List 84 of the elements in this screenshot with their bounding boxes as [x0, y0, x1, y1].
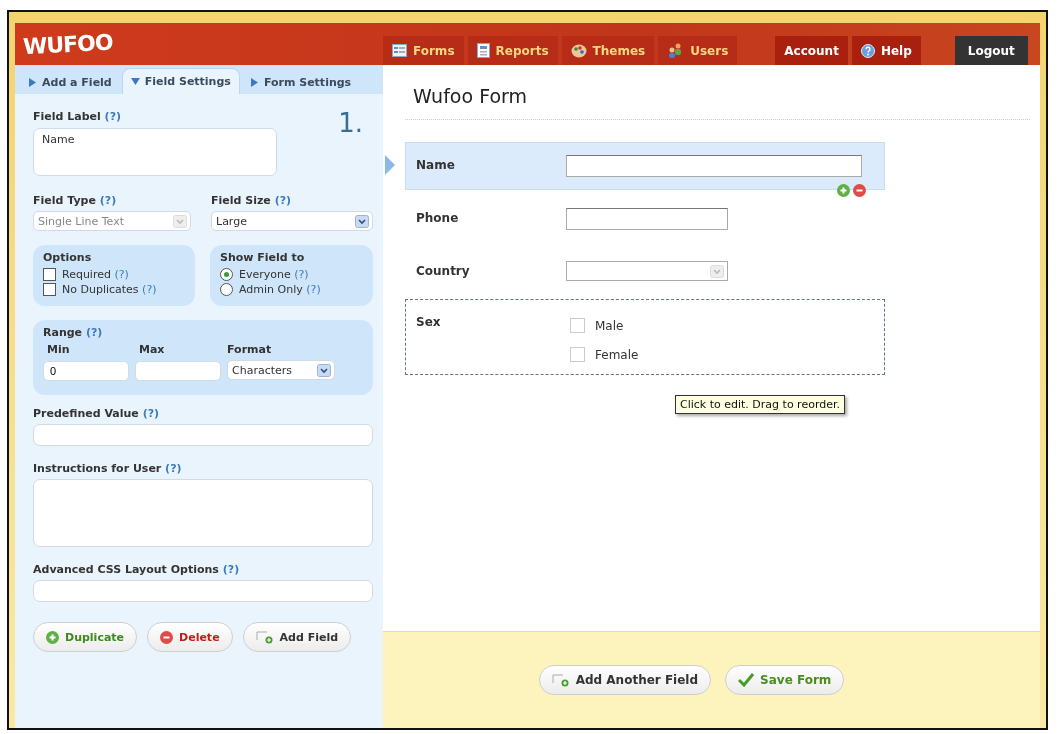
add-field-icon: [551, 673, 570, 687]
form-field-row[interactable]: Sex Male Female: [405, 299, 885, 375]
checkbox-label: Required (?): [62, 268, 129, 281]
help-link[interactable]: (?): [306, 283, 321, 296]
help-link[interactable]: (?): [104, 110, 122, 123]
down-triangle-icon: [130, 77, 140, 86]
group-title: Show Field to: [220, 251, 306, 264]
field-label: Predefined Value (?): [33, 407, 161, 420]
wufoo-logo[interactable]: WUFOO: [22, 29, 114, 59]
radio-label: Admin Only (?): [239, 283, 321, 296]
help-link[interactable]: (?): [222, 563, 240, 576]
max-input[interactable]: [135, 361, 221, 381]
nav-tab[interactable]: Reports: [467, 36, 558, 65]
panel-tab[interactable]: Add a Field: [20, 70, 120, 94]
group-title: Options: [43, 251, 93, 264]
field-name: Phone: [416, 210, 460, 225]
help-link[interactable]: (?): [142, 283, 157, 296]
format-select[interactable]: Characters: [227, 360, 335, 380]
logout-button[interactable]: Logout: [954, 36, 1028, 65]
help-link[interactable]: (?): [294, 268, 309, 281]
checkbox-option[interactable]: Male: [570, 318, 639, 333]
form-field-row[interactable]: Phone: [405, 195, 885, 243]
min-input[interactable]: 0: [43, 361, 129, 381]
field-label: Advanced CSS Layout Options (?): [33, 563, 241, 576]
group-title: Range (?): [43, 326, 104, 339]
help-link[interactable]: (?): [85, 326, 103, 339]
field-label: Field Label (?): [33, 110, 122, 123]
help-button[interactable]: Help: [851, 36, 921, 65]
option-label: Male: [595, 318, 624, 333]
field-label-input[interactable]: Name: [33, 128, 277, 176]
option-label: Female: [595, 347, 639, 362]
add-field-icon: [255, 630, 274, 644]
field-name: Name: [416, 157, 456, 172]
panel-action-button[interactable]: Delete: [147, 622, 233, 652]
instructions-textarea[interactable]: [33, 479, 373, 547]
plus-icon: [46, 630, 59, 644]
panel-tab[interactable]: Field Settings: [121, 68, 240, 94]
field-label: Max: [138, 343, 166, 356]
checkbox-label: No Duplicates (?): [62, 283, 157, 296]
panel-tab[interactable]: Form Settings: [241, 70, 360, 94]
text-input[interactable]: [566, 155, 862, 177]
field-name: Country: [416, 263, 471, 278]
radio-button[interactable]: [220, 268, 233, 281]
help-link[interactable]: (?): [142, 407, 160, 420]
nav-tab[interactable]: Forms: [383, 36, 464, 65]
palette-icon: [570, 43, 587, 58]
panel-action-button[interactable]: Duplicate: [33, 622, 138, 652]
right-triangle-icon: [249, 77, 259, 87]
help-link[interactable]: (?): [165, 462, 182, 475]
field-label: Field Size (?): [211, 194, 293, 207]
field-label: Min: [46, 343, 71, 356]
checkmark-icon: [738, 673, 755, 687]
help-link[interactable]: (?): [274, 194, 292, 207]
plus-icon: [837, 184, 850, 197]
nav-tab[interactable]: Users: [658, 36, 738, 65]
panel-action-button[interactable]: Add Field: [242, 622, 352, 652]
radio-button[interactable]: [220, 283, 233, 296]
nav-tab[interactable]: Themes: [561, 36, 655, 65]
field-name: Sex: [416, 314, 442, 329]
field-size-select[interactable]: Large: [211, 211, 373, 231]
country-select[interactable]: [566, 261, 728, 281]
field-label: Instructions for User (?): [33, 462, 183, 475]
form-field-row[interactable]: Country: [405, 248, 885, 294]
checkbox-option[interactable]: Female: [570, 347, 639, 362]
radio-label: Everyone (?): [239, 268, 309, 281]
field-number: 1.: [338, 108, 363, 138]
help-icon: [860, 43, 875, 58]
notebook-icon: [476, 43, 490, 58]
checkbox[interactable]: [43, 268, 56, 281]
field-label: Field Type (?): [33, 194, 118, 207]
account-button[interactable]: Account: [775, 36, 848, 65]
tooltip: Click to edit. Drag to reorder.: [675, 395, 845, 414]
help-link[interactable]: (?): [114, 268, 129, 281]
footer-button[interactable]: Save Form: [725, 665, 845, 695]
form-icon: [392, 44, 407, 57]
field-label: Format: [227, 343, 273, 356]
selection-pointer-icon: [385, 155, 395, 175]
text-input[interactable]: [566, 208, 728, 230]
minus-icon: [160, 630, 174, 644]
checkbox[interactable]: [43, 283, 56, 296]
minus-icon: [853, 184, 866, 197]
form-title: Wufoo Form: [405, 85, 1030, 120]
right-triangle-icon: [28, 77, 37, 87]
footer-button[interactable]: Add Another Field: [538, 665, 712, 695]
